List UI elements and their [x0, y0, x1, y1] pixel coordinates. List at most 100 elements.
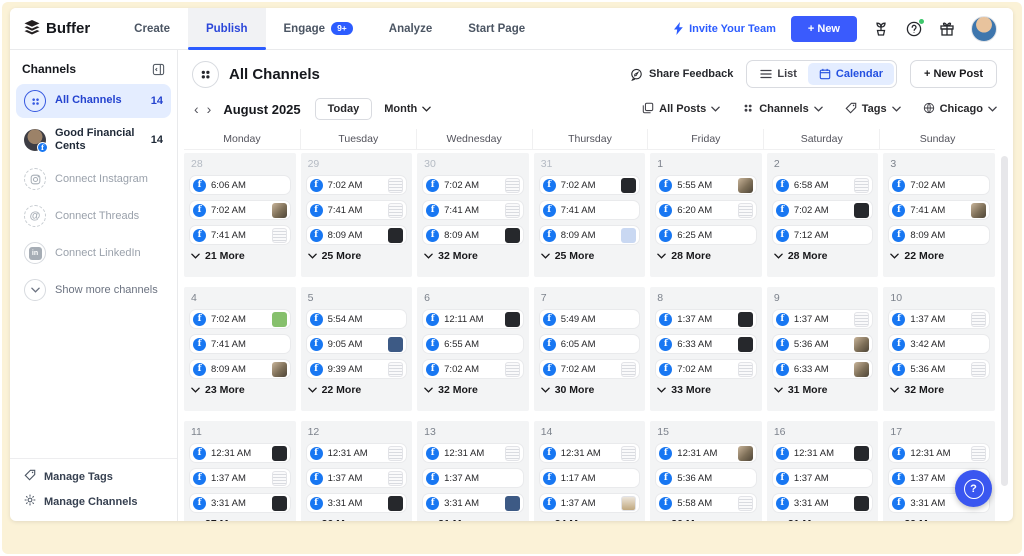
- post-entry[interactable]: f7:12 AM: [772, 225, 874, 245]
- post-entry[interactable]: f8:09 AM: [189, 359, 291, 379]
- post-entry[interactable]: f7:02 AM: [888, 175, 990, 195]
- user-avatar[interactable]: [971, 16, 997, 42]
- growth-plant-icon[interactable]: [872, 20, 890, 38]
- more-posts-link[interactable]: 22 More: [890, 250, 990, 262]
- day-cell[interactable]: 16f12:31 AMf1:37 AMf3:31 AM31 More: [767, 421, 879, 521]
- filter-chicago[interactable]: Chicago: [923, 102, 997, 117]
- post-entry[interactable]: f8:09 AM: [888, 225, 990, 245]
- post-entry[interactable]: f12:31 AM: [306, 443, 408, 463]
- post-entry[interactable]: f3:31 AM: [422, 493, 524, 513]
- day-cell[interactable]: 6f12:11 AMf6:55 AMf7:02 AM32 More: [417, 287, 529, 411]
- buffer-logo[interactable]: Buffer: [24, 8, 90, 49]
- more-posts-link[interactable]: 37 More: [191, 518, 291, 521]
- nav-tab-analyze[interactable]: Analyze: [371, 8, 450, 49]
- post-entry[interactable]: f5:58 AM: [655, 493, 757, 513]
- collapse-sidebar-icon[interactable]: [152, 63, 165, 76]
- prev-period-button[interactable]: ‹: [190, 102, 203, 116]
- post-entry[interactable]: f7:02 AM: [422, 359, 524, 379]
- more-posts-link[interactable]: 30 More: [541, 384, 641, 396]
- more-posts-link[interactable]: 31 More: [774, 518, 874, 521]
- post-entry[interactable]: f6:33 AM: [772, 359, 874, 379]
- post-entry[interactable]: f7:41 AM: [422, 200, 524, 220]
- day-cell[interactable]: 30f7:02 AMf7:41 AMf8:09 AM32 More: [417, 153, 529, 277]
- day-cell[interactable]: 14f12:31 AMf1:17 AMf1:37 AM34 More: [534, 421, 646, 521]
- post-entry[interactable]: f7:41 AM: [306, 200, 408, 220]
- more-posts-link[interactable]: 32 More: [890, 384, 990, 396]
- post-entry[interactable]: f1:37 AM: [306, 468, 408, 488]
- post-entry[interactable]: f8:09 AM: [539, 225, 641, 245]
- day-cell[interactable]: 9f1:37 AMf5:36 AMf6:33 AM31 More: [767, 287, 879, 411]
- day-cell[interactable]: 3f7:02 AMf7:41 AMf8:09 AM22 More: [883, 153, 995, 277]
- more-posts-link[interactable]: 28 More: [657, 250, 757, 262]
- nav-tab-create[interactable]: Create: [116, 8, 188, 49]
- more-posts-link[interactable]: 31 More: [424, 518, 524, 521]
- more-posts-link[interactable]: 25 More: [308, 250, 408, 262]
- post-entry[interactable]: f5:36 AM: [888, 359, 990, 379]
- post-entry[interactable]: f1:37 AM: [539, 493, 641, 513]
- filter-tags[interactable]: Tags: [845, 102, 901, 117]
- help-icon[interactable]: [905, 20, 923, 38]
- more-posts-link[interactable]: 28 More: [774, 250, 874, 262]
- post-entry[interactable]: f5:36 AM: [655, 468, 757, 488]
- post-entry[interactable]: f12:31 AM: [772, 443, 874, 463]
- day-cell[interactable]: 4f7:02 AMf7:41 AMf8:09 AM23 More: [184, 287, 296, 411]
- post-entry[interactable]: f7:02 AM: [306, 175, 408, 195]
- post-entry[interactable]: f1:37 AM: [189, 468, 291, 488]
- granularity-dropdown[interactable]: Month: [384, 103, 431, 115]
- share-feedback-button[interactable]: Share Feedback: [630, 68, 733, 81]
- more-posts-link[interactable]: 32 More: [424, 250, 524, 262]
- post-entry[interactable]: f6:05 AM: [539, 334, 641, 354]
- post-entry[interactable]: f8:09 AM: [422, 225, 524, 245]
- post-entry[interactable]: f12:31 AM: [189, 443, 291, 463]
- new-button[interactable]: + New: [791, 16, 857, 42]
- day-cell[interactable]: 1f5:55 AMf6:20 AMf6:25 AM28 More: [650, 153, 762, 277]
- list-view-button[interactable]: List: [749, 63, 808, 85]
- sidebar-item-connect-linkedin[interactable]: inConnect LinkedIn: [16, 236, 171, 270]
- post-entry[interactable]: f5:55 AM: [655, 175, 757, 195]
- post-entry[interactable]: f1:17 AM: [539, 468, 641, 488]
- post-entry[interactable]: f12:31 AM: [422, 443, 524, 463]
- post-entry[interactable]: f5:36 AM: [772, 334, 874, 354]
- more-posts-link[interactable]: 32 More: [424, 384, 524, 396]
- post-entry[interactable]: f6:20 AM: [655, 200, 757, 220]
- post-entry[interactable]: f6:58 AM: [772, 175, 874, 195]
- post-entry[interactable]: f7:02 AM: [189, 200, 291, 220]
- more-posts-link[interactable]: 33 More: [657, 384, 757, 396]
- post-entry[interactable]: f12:11 AM: [422, 309, 524, 329]
- post-entry[interactable]: f7:41 AM: [189, 225, 291, 245]
- manage-channels-button[interactable]: Manage Channels: [24, 494, 163, 509]
- day-cell[interactable]: 12f12:31 AMf1:37 AMf3:31 AM36 More: [301, 421, 413, 521]
- new-post-button[interactable]: + New Post: [910, 60, 997, 88]
- day-cell[interactable]: 28f6:06 AMf7:02 AMf7:41 AM21 More: [184, 153, 296, 277]
- post-entry[interactable]: f6:25 AM: [655, 225, 757, 245]
- sidebar-item-all-channels[interactable]: All Channels14: [16, 84, 171, 118]
- post-entry[interactable]: f7:02 AM: [189, 309, 291, 329]
- invite-your-team-link[interactable]: Invite Your Team: [674, 22, 776, 35]
- post-entry[interactable]: f1:37 AM: [655, 309, 757, 329]
- day-cell[interactable]: 10f1:37 AMf3:42 AMf5:36 AM32 More: [883, 287, 995, 411]
- post-entry[interactable]: f1:37 AM: [772, 468, 874, 488]
- day-cell[interactable]: 31f7:02 AMf7:41 AMf8:09 AM25 More: [534, 153, 646, 277]
- next-period-button[interactable]: ›: [203, 102, 216, 116]
- filter-channels[interactable]: Channels: [742, 102, 823, 117]
- more-posts-link[interactable]: 36 More: [308, 518, 408, 521]
- nav-tab-publish[interactable]: Publish: [188, 8, 266, 49]
- sidebar-item-connect-threads[interactable]: @Connect Threads: [16, 199, 171, 233]
- post-entry[interactable]: f7:02 AM: [539, 359, 641, 379]
- post-entry[interactable]: f3:31 AM: [772, 493, 874, 513]
- more-posts-link[interactable]: 23 More: [191, 384, 291, 396]
- post-entry[interactable]: f12:31 AM: [539, 443, 641, 463]
- post-entry[interactable]: f3:31 AM: [189, 493, 291, 513]
- gift-icon[interactable]: [938, 20, 956, 38]
- post-entry[interactable]: f1:37 AM: [772, 309, 874, 329]
- nav-tab-engage[interactable]: Engage9+: [266, 8, 371, 49]
- day-cell[interactable]: 15f12:31 AMf5:36 AMf5:58 AM30 More: [650, 421, 762, 521]
- more-posts-link[interactable]: 31 More: [774, 384, 874, 396]
- today-button[interactable]: Today: [315, 98, 373, 120]
- post-entry[interactable]: f7:02 AM: [422, 175, 524, 195]
- more-posts-link[interactable]: 30 More: [657, 518, 757, 521]
- post-entry[interactable]: f9:39 AM: [306, 359, 408, 379]
- post-entry[interactable]: f7:41 AM: [888, 200, 990, 220]
- filter-all-posts[interactable]: All Posts: [642, 102, 720, 117]
- day-cell[interactable]: 29f7:02 AMf7:41 AMf8:09 AM25 More: [301, 153, 413, 277]
